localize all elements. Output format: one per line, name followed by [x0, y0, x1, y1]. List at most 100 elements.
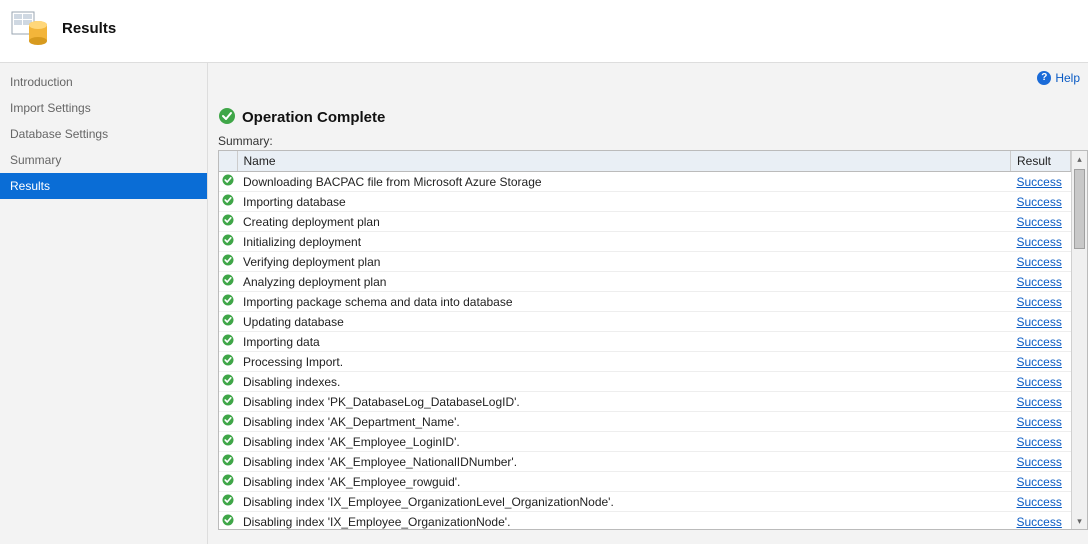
table-row[interactable]: Verifying deployment plan Success — [219, 252, 1071, 272]
column-header-icon[interactable] — [219, 151, 237, 172]
row-status-icon — [219, 492, 237, 512]
vertical-scrollbar[interactable]: ▴ ▾ — [1071, 151, 1087, 529]
main-panel: ? Help Operation Complete Summary: Name — [208, 63, 1088, 544]
row-status-icon — [219, 372, 237, 392]
row-name: Disabling index 'IX_Employee_Organizatio… — [237, 512, 1011, 530]
table-row[interactable]: Disabling index 'AK_Employee_LoginID'.Su… — [219, 432, 1071, 452]
row-result: Success — [1011, 172, 1071, 192]
table-row[interactable]: Analyzing deployment plan Success — [219, 272, 1071, 292]
result-link[interactable]: Success — [1017, 255, 1062, 269]
operation-status-title: Operation Complete — [242, 109, 385, 126]
scroll-down-button[interactable]: ▾ — [1072, 513, 1087, 529]
table-row[interactable]: Disabling index 'AK_Employee_rowguid'. Su… — [219, 472, 1071, 492]
sidebar-item-import-settings[interactable]: Import Settings — [0, 95, 207, 121]
row-status-icon — [219, 332, 237, 352]
results-grid-scroll[interactable]: Name Result Downloading BACPAC file from… — [219, 151, 1071, 529]
row-result: Success — [1011, 352, 1071, 372]
row-result: Success — [1011, 512, 1071, 530]
table-row[interactable]: Updating database Success — [219, 312, 1071, 332]
row-status-icon — [219, 312, 237, 332]
row-status-icon — [219, 392, 237, 412]
sidebar-item-database-settings[interactable]: Database Settings — [0, 121, 207, 147]
row-result: Success — [1011, 292, 1071, 312]
result-link[interactable]: Success — [1017, 275, 1062, 289]
row-status-icon — [219, 412, 237, 432]
row-status-icon — [219, 192, 237, 212]
row-name: Updating database — [237, 312, 1011, 332]
column-header-name[interactable]: Name — [237, 151, 1011, 172]
result-link[interactable]: Success — [1017, 435, 1062, 449]
row-name: Analyzing deployment plan — [237, 272, 1011, 292]
row-result: Success — [1011, 312, 1071, 332]
result-link[interactable]: Success — [1017, 515, 1062, 529]
row-result: Success — [1011, 372, 1071, 392]
table-row[interactable]: Creating deployment plan Success — [219, 212, 1071, 232]
row-status-icon — [219, 172, 237, 192]
page-title: Results — [62, 20, 116, 37]
row-name: Disabling indexes. — [237, 372, 1011, 392]
result-link[interactable]: Success — [1017, 395, 1062, 409]
row-status-icon — [219, 472, 237, 492]
row-name: Disabling index 'AK_Department_Name'. — [237, 412, 1011, 432]
scroll-up-button[interactable]: ▴ — [1072, 151, 1087, 167]
row-name: Importing database — [237, 192, 1011, 212]
table-row[interactable]: Importing dataSuccess — [219, 332, 1071, 352]
row-status-icon — [219, 252, 237, 272]
result-link[interactable]: Success — [1017, 475, 1062, 489]
sidebar-item-results[interactable]: Results — [0, 173, 207, 199]
table-row[interactable]: Initializing deploymentSuccess — [219, 232, 1071, 252]
row-status-icon — [219, 352, 237, 372]
table-row[interactable]: Disabling index 'AK_Employee_NationalIDN… — [219, 452, 1071, 472]
result-link[interactable]: Success — [1017, 235, 1062, 249]
row-name: Verifying deployment plan — [237, 252, 1011, 272]
row-result: Success — [1011, 332, 1071, 352]
help-link[interactable]: ? Help — [1037, 71, 1080, 85]
result-link[interactable]: Success — [1017, 215, 1062, 229]
table-row[interactable]: Disabling index 'PK_DatabaseLog_Database… — [219, 392, 1071, 412]
result-link[interactable]: Success — [1017, 315, 1062, 329]
sidebar-item-summary[interactable]: Summary — [0, 147, 207, 173]
row-name: Creating deployment plan — [237, 212, 1011, 232]
results-grid: Name Result Downloading BACPAC file from… — [218, 150, 1088, 530]
scroll-track[interactable] — [1072, 251, 1087, 513]
result-link[interactable]: Success — [1017, 495, 1062, 509]
row-status-icon — [219, 452, 237, 472]
column-header-result[interactable]: Result — [1011, 151, 1071, 172]
row-name: Downloading BACPAC file from Microsoft A… — [237, 172, 1011, 192]
row-status-icon — [219, 212, 237, 232]
result-link[interactable]: Success — [1017, 195, 1062, 209]
table-row[interactable]: Importing package schema and data into d… — [219, 292, 1071, 312]
row-result: Success — [1011, 392, 1071, 412]
row-result: Success — [1011, 432, 1071, 452]
row-result: Success — [1011, 212, 1071, 232]
row-result: Success — [1011, 192, 1071, 212]
table-row[interactable]: Disabling index 'IX_Employee_Organizatio… — [219, 512, 1071, 530]
result-link[interactable]: Success — [1017, 355, 1062, 369]
help-icon: ? — [1037, 71, 1051, 85]
row-name: Disabling index 'IX_Employee_Organizatio… — [237, 492, 1011, 512]
row-result: Success — [1011, 252, 1071, 272]
result-link[interactable]: Success — [1017, 455, 1062, 469]
table-row[interactable]: Disabling index 'IX_Employee_Organizatio… — [219, 492, 1071, 512]
result-link[interactable]: Success — [1017, 335, 1062, 349]
table-row[interactable]: Importing database Success — [219, 192, 1071, 212]
table-row[interactable]: Disabling indexes. Success — [219, 372, 1071, 392]
row-result: Success — [1011, 472, 1071, 492]
row-name: Disabling index 'PK_DatabaseLog_Database… — [237, 392, 1011, 412]
table-row[interactable]: Disabling index 'AK_Department_Name'. Suc… — [219, 412, 1071, 432]
row-status-icon — [219, 292, 237, 312]
sidebar-item-introduction[interactable]: Introduction — [0, 69, 207, 95]
row-name: Disabling index 'AK_Employee_rowguid'. — [237, 472, 1011, 492]
row-result: Success — [1011, 452, 1071, 472]
result-link[interactable]: Success — [1017, 295, 1062, 309]
help-label: Help — [1055, 71, 1080, 85]
result-link[interactable]: Success — [1017, 415, 1062, 429]
table-row[interactable]: Downloading BACPAC file from Microsoft A… — [219, 172, 1071, 192]
row-name: Disabling index 'AK_Employee_NationalIDN… — [237, 452, 1011, 472]
table-row[interactable]: Processing Import.Success — [219, 352, 1071, 372]
scroll-thumb[interactable] — [1074, 169, 1085, 249]
result-link[interactable]: Success — [1017, 375, 1062, 389]
row-result: Success — [1011, 492, 1071, 512]
result-link[interactable]: Success — [1017, 175, 1062, 189]
window-header: Results — [0, 0, 1088, 62]
